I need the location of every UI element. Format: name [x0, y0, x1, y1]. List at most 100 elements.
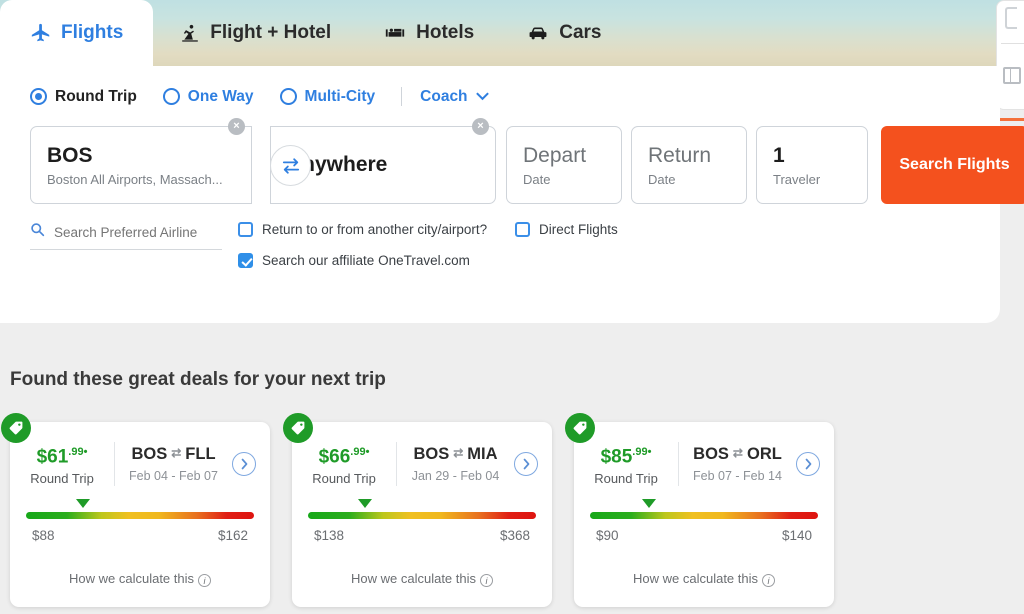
deal-card[interactable]: $61.99• Round Trip BOS⇄FLL Feb 04 - Feb … [10, 422, 270, 607]
price-tag-icon [565, 413, 595, 443]
checkbox-affiliate-onetravel[interactable]: Search our affiliate OneTravel.com [238, 253, 470, 268]
checkbox-affiliate-onetravel-label: Search our affiliate OneTravel.com [262, 253, 470, 268]
tab-flights-label: Flights [61, 22, 123, 44]
origin-clear-icon[interactable]: × [228, 118, 245, 135]
chevron-right-icon[interactable] [514, 452, 538, 476]
deals-card-list: $61.99• Round Trip BOS⇄FLL Feb 04 - Feb … [10, 422, 834, 607]
info-icon: i [198, 574, 211, 587]
radio-round-trip-label: Round Trip [55, 88, 137, 106]
preferred-airline-input[interactable] [54, 225, 209, 240]
tab-hotels[interactable]: Hotels [357, 0, 500, 66]
deal-route: BOS⇄ORL [679, 445, 796, 464]
search-flights-button[interactable]: Search Flights [881, 126, 1024, 204]
origin-field[interactable]: BOS Boston All Airports, Massach... × [30, 126, 252, 204]
checkbox-direct-flights[interactable]: Direct Flights [515, 222, 618, 237]
travelers-label: Traveler [773, 172, 853, 187]
deal-price-column: $85.99• Round Trip [574, 442, 678, 486]
bed-icon [383, 22, 407, 44]
search-panel: Round Trip One Way Multi-City Coach [0, 66, 1000, 323]
return-sub: Date [648, 172, 732, 187]
deal-dates: Jan 29 - Feb 04 [397, 469, 514, 483]
how-we-calculate-label: How we calculate this [633, 571, 758, 586]
depart-date-field[interactable]: Depart Date [506, 126, 622, 204]
tab-cars-label: Cars [559, 22, 601, 44]
deal-destination: MIA [467, 445, 497, 463]
preferred-airline-search[interactable] [30, 222, 222, 250]
deal-route-column: BOS⇄MIA Jan 29 - Feb 04 [397, 445, 514, 483]
deal-route-column: BOS⇄FLL Feb 04 - Feb 07 [115, 445, 232, 483]
destination-clear-icon[interactable]: × [472, 118, 489, 135]
how-we-calculate-label: How we calculate this [69, 571, 194, 586]
radio-multi-city-dot [280, 88, 297, 105]
deal-origin: BOS [693, 445, 729, 463]
checkbox-return-other-city[interactable]: Return to or from another city/airport? [238, 222, 487, 237]
side-rail-panel[interactable] [996, 0, 1024, 110]
deal-gauge-labels: $90 $140 [596, 528, 812, 543]
rail-accent-bar [998, 118, 1024, 121]
deal-card-top: $66.99• Round Trip BOS⇄MIA Jan 29 - Feb … [292, 422, 552, 486]
info-icon: i [480, 574, 493, 587]
deal-price: $85.99• [574, 442, 678, 467]
how-we-calculate-link[interactable]: How we calculate this i [10, 571, 270, 588]
radio-one-way-dot [163, 88, 180, 105]
deal-gauge-high: $368 [500, 528, 530, 543]
car-icon [526, 22, 550, 44]
deal-price-cents: .99 [68, 446, 83, 458]
deal-price-whole: $61 [37, 446, 69, 467]
deal-trip-type: Round Trip [574, 471, 678, 486]
checkbox-direct-flights-box [515, 222, 530, 237]
chevron-down-icon [475, 88, 490, 106]
deal-price-gauge [590, 512, 818, 519]
tab-cars[interactable]: Cars [500, 0, 627, 66]
tab-flight-hotel-label: Flight + Hotel [210, 22, 331, 44]
search-icon [30, 222, 45, 242]
price-tag-icon [1, 413, 31, 443]
swap-arrows-icon[interactable] [270, 145, 311, 186]
deal-price-cents: .99 [632, 446, 647, 458]
deal-price-gauge [26, 512, 254, 519]
radio-multi-city[interactable]: Multi-City [280, 88, 376, 106]
return-label: Return [648, 143, 732, 169]
how-we-calculate-link[interactable]: How we calculate thisi [292, 571, 552, 588]
deal-gauge-high: $140 [782, 528, 812, 543]
deal-gauge-marker [642, 499, 656, 508]
cabin-class-dropdown[interactable]: Coach [420, 88, 489, 106]
deal-card[interactable]: $85.99• Round Trip BOS⇄ORL Feb 07 - Feb … [574, 422, 834, 607]
depart-sub: Date [523, 172, 607, 187]
travelers-field[interactable]: 1 Traveler [756, 126, 868, 204]
price-tag-icon [283, 413, 313, 443]
checkbox-return-other-city-label: Return to or from another city/airport? [262, 222, 487, 237]
rail-bookmark-icon [1005, 7, 1017, 29]
tab-flight-hotel[interactable]: Flight + Hotel [153, 0, 357, 66]
deal-price-asterisk: • [648, 446, 652, 458]
deal-card[interactable]: $66.99• Round Trip BOS⇄MIA Jan 29 - Feb … [292, 422, 552, 607]
rail-compare-icon [1003, 67, 1021, 84]
checkbox-return-other-city-box [238, 222, 253, 237]
deal-route: BOS⇄FLL [115, 445, 232, 464]
deal-origin: BOS [413, 445, 449, 463]
chevron-right-icon[interactable] [796, 452, 820, 476]
return-date-field[interactable]: Return Date [631, 126, 747, 204]
how-we-calculate-link[interactable]: How we calculate thisi [574, 571, 834, 588]
tab-flights[interactable]: Flights [0, 0, 153, 66]
deal-price-whole: $85 [601, 446, 633, 467]
trip-type-divider [401, 87, 402, 106]
deals-heading: Found these great deals for your next tr… [10, 369, 386, 391]
origin-code: BOS [47, 143, 237, 169]
deal-gauge-bar [26, 512, 254, 519]
rail-divider [1001, 43, 1024, 44]
airplane-icon [30, 22, 52, 44]
chevron-right-icon[interactable] [232, 452, 256, 476]
deal-price-column: $61.99• Round Trip [10, 442, 114, 486]
radio-one-way[interactable]: One Way [163, 88, 254, 106]
travelers-count: 1 [773, 143, 853, 169]
deal-route-column: BOS⇄ORL Feb 07 - Feb 14 [679, 445, 796, 483]
deal-gauge-bar [590, 512, 818, 519]
radio-round-trip-dot [30, 88, 47, 105]
depart-label: Depart [523, 143, 607, 169]
deal-price-cents: .99 [350, 446, 365, 458]
tab-hotels-label: Hotels [416, 22, 474, 44]
radio-round-trip[interactable]: Round Trip [30, 88, 137, 106]
primary-tab-bar: Flights Flight + Hotel Ho [0, 0, 1000, 66]
deal-price-whole: $66 [319, 446, 351, 467]
